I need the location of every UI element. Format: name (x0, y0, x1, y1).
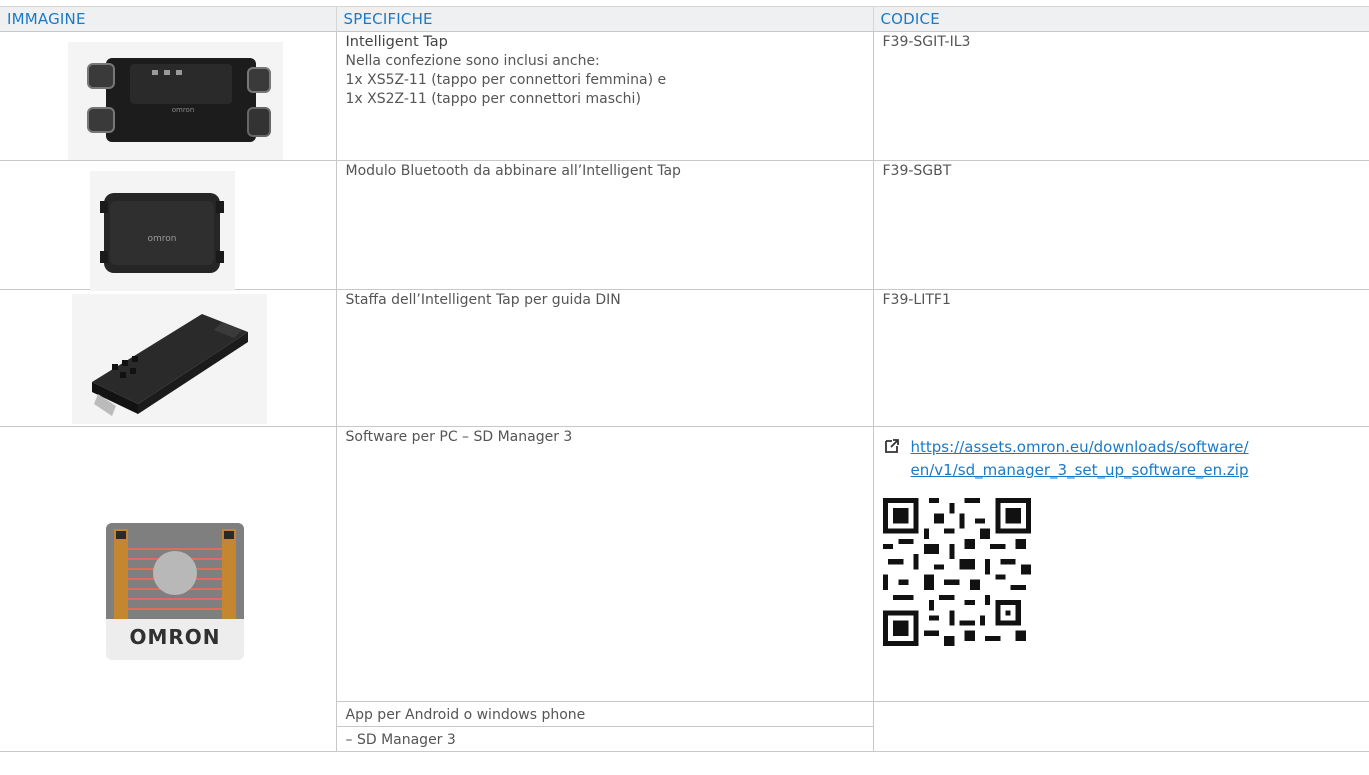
spec-subrow: – SD Manager 3 (336, 726, 873, 750)
bluetooth-module-photo-icon: omron (90, 171, 235, 291)
svg-text:omron: omron (148, 234, 177, 244)
svg-text:omron: omron (172, 106, 195, 114)
code-cell (872, 701, 1369, 752)
image-cell: omron (0, 160, 336, 291)
image-cell: OMRON (0, 426, 336, 752)
spec-cell: Staffa dell’Intelligent Tap per guida DI… (335, 289, 873, 427)
din-rail-bracket-photo-icon (72, 294, 267, 424)
image-cell: omron (0, 31, 336, 161)
table-row: omron Modulo Bluetooth da abbinare all’I… (0, 160, 1369, 291)
spec-cell: App per Android o windows phone – SD Man… (335, 701, 873, 752)
download-link-row: https://assets.omron.eu/downloads/softwa… (883, 436, 1369, 482)
spec-line: 1x XS5Z-11 (tappo per connettori femmina… (345, 72, 667, 88)
table-row: OMRON Software per PC – SD Manager 3 htt… (0, 426, 1369, 752)
code-cell: F39-LITF1 (872, 289, 1369, 427)
product-table-page: IMMAGINE SPECIFICHE CODICE omron Intelli… (0, 0, 1369, 775)
spec-subrow: App per Android o windows phone (345, 707, 586, 723)
column-header-code: CODICE (872, 6, 1369, 32)
intelligent-tap-photo-icon: omron (68, 42, 283, 160)
external-link-icon (884, 439, 899, 453)
light-curtain-icon (106, 523, 244, 619)
qr-code-icon[interactable] (882, 498, 1031, 646)
table-row: Staffa dell’Intelligent Tap per guida DI… (0, 289, 1369, 427)
sd-manager-download-link[interactable]: https://assets.omron.eu/downloads/softwa… (911, 436, 1249, 482)
image-cell (0, 289, 336, 427)
code-cell: F39-SGBT (872, 160, 1369, 290)
column-header-image: IMMAGINE (0, 6, 336, 32)
spec-line: 1x XS2Z-11 (tappo per connettori maschi) (345, 91, 641, 107)
omron-logo: OMRON (129, 625, 221, 649)
spec-cell: Intelligent Tap Nella confezione sono in… (335, 31, 873, 161)
code-cell: https://assets.omron.eu/downloads/softwa… (872, 426, 1369, 702)
products-table: IMMAGINE SPECIFICHE CODICE omron Intelli… (0, 6, 1369, 752)
table-row: omron Intelligent Tap Nella confezione s… (0, 31, 1369, 161)
link-text-line-1: https://assets.omron.eu/downloads/softwa… (910, 438, 1249, 456)
sd-manager-app-logo-icon: OMRON (106, 523, 244, 660)
spec-cell: Modulo Bluetooth da abbinare all’Intelli… (335, 160, 873, 290)
link-text-line-2: en/v1/sd_manager_3_set_up_software_en.zi… (910, 461, 1249, 479)
column-header-specs: SPECIFICHE (335, 6, 873, 32)
spec-line: Nella confezione sono inclusi anche: (345, 53, 600, 69)
table-header-row: IMMAGINE SPECIFICHE CODICE (0, 6, 1369, 32)
spec-cell: Software per PC – SD Manager 3 (335, 426, 873, 702)
product-title: Intelligent Tap (345, 34, 448, 50)
code-cell: F39-SGIT-IL3 (872, 31, 1369, 161)
